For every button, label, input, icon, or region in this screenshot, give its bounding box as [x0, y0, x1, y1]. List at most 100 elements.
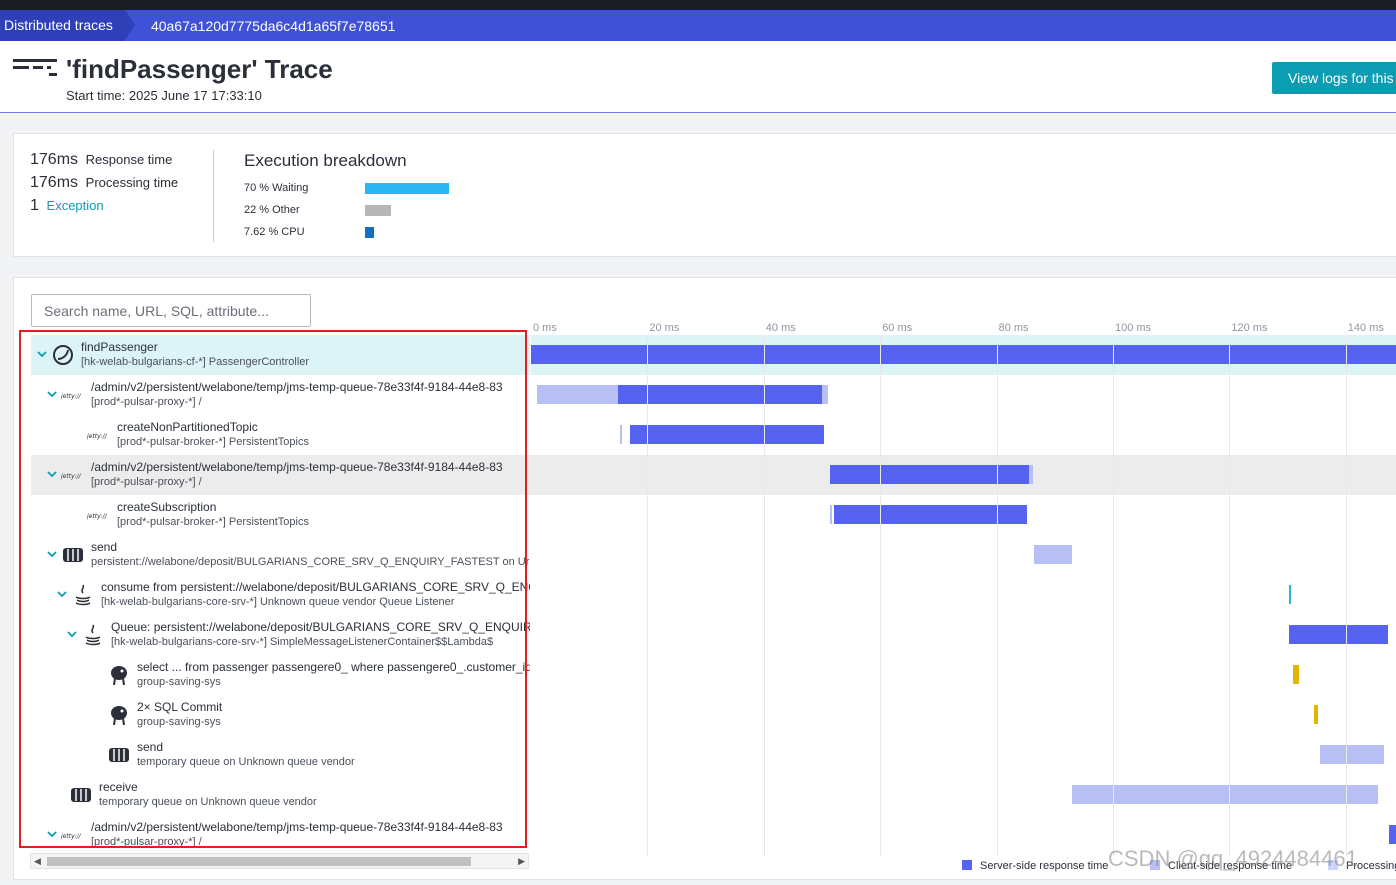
breakdown-other-label: 22 % Other [244, 204, 300, 216]
java-icon [81, 623, 105, 647]
trace-row[interactable]: Queue: persistent://welabone/deposit/BUL… [31, 615, 1396, 655]
breadcrumb-trace-id[interactable]: 40a67a120d7775da6c4d1a65f7e78651 [125, 18, 395, 34]
expand-chevron-icon[interactable] [46, 467, 58, 479]
span-service: [prod*-pulsar-proxy-*] / [91, 476, 202, 488]
trace-row[interactable]: jetty:// createSubscription [prod*-pulsar-… [31, 495, 1396, 535]
horizontal-scrollbar[interactable]: ◀ ▶ [30, 853, 529, 869]
trace-row-tree-cell[interactable]: jetty:// createSubscription [prod*-pulsar-… [31, 495, 530, 535]
span-bar-async[interactable] [1288, 585, 1291, 604]
expand-chevron-icon[interactable] [36, 347, 48, 359]
trace-row-tree-cell[interactable]: findPassenger [hk-welab-bulgarians-cf-*] … [31, 335, 530, 375]
span-name: Queue: persistent://welabone/deposit/BUL… [111, 620, 530, 634]
span-bar-client[interactable] [829, 505, 832, 524]
axis-gridline [1345, 336, 1347, 856]
trace-waterfall-icon [13, 59, 57, 76]
expand-chevron-icon[interactable] [46, 827, 58, 839]
scroll-right-arrow-icon[interactable]: ▶ [518, 856, 525, 867]
trace-row-timeline-cell[interactable] [531, 455, 1396, 495]
span-service: [hk-welab-bulgarians-cf-*] PassengerCont… [81, 356, 310, 368]
trace-row[interactable]: consume from persistent://welabone/depos… [31, 575, 1396, 615]
trace-row[interactable]: select ... from passenger passengere0_ w… [31, 655, 1396, 695]
span-bar-server[interactable] [833, 505, 1028, 524]
expand-chevron-icon[interactable] [56, 587, 68, 599]
exception-link[interactable]: Exception [47, 198, 104, 213]
trace-row-timeline-cell[interactable] [531, 775, 1396, 815]
expand-chevron-icon[interactable] [46, 387, 58, 399]
trace-row[interactable]: jetty:// /admin/v2/persistent/welabone/te… [31, 455, 1396, 495]
trace-row-timeline-cell[interactable] [531, 695, 1396, 735]
trace-row-timeline-cell[interactable] [531, 375, 1396, 415]
jetty-icon: jetty:// [60, 383, 85, 407]
trace-row-tree-cell[interactable]: consume from persistent://welabone/depos… [31, 575, 530, 615]
trace-row-tree-cell[interactable]: send temporary queue on Unknown queue ven… [31, 735, 530, 775]
jetty-icon: jetty:// [60, 463, 85, 487]
span-bar-client[interactable] [1072, 785, 1378, 804]
breadcrumb: Distributed traces 40a67a120d7775da6c4d1… [0, 10, 1396, 41]
expand-chevron-icon[interactable] [46, 547, 58, 559]
span-bar-server[interactable] [1289, 625, 1389, 644]
trace-row[interactable]: 2× SQL Commit group-saving-sys [31, 695, 1396, 735]
queue-icon [107, 743, 131, 767]
breakdown-other-bar [365, 205, 392, 216]
legend-server-side-label: Server-side response time [980, 860, 1109, 872]
trace-row-timeline-cell[interactable] [531, 655, 1396, 695]
span-service: temporary queue on Unknown queue vendor [137, 756, 355, 768]
trace-row-tree-cell[interactable]: 2× SQL Commit group-saving-sys [31, 695, 530, 735]
response-time-label: Response time [85, 152, 173, 167]
span-bar-client[interactable] [1028, 465, 1034, 484]
trace-row-tree-cell[interactable]: send persistent://welabone/deposit/BULGAR… [31, 535, 530, 575]
svg-text:jetty://: jetty:// [61, 833, 82, 840]
exception-metric[interactable]: 1 Exception [30, 197, 104, 215]
span-bar-client[interactable] [1034, 545, 1073, 564]
span-bar-server[interactable] [629, 425, 824, 444]
span-bar-client[interactable] [1319, 745, 1384, 764]
trace-row-tree-cell[interactable]: jetty:// /admin/v2/persistent/welabone/te… [31, 815, 530, 855]
trace-row-tree-cell[interactable]: jetty:// /admin/v2/persistent/welabone/te… [31, 375, 530, 415]
span-bar-server[interactable] [1389, 825, 1396, 844]
legend-server-side: Server-side response time [962, 860, 1108, 876]
expand-chevron-icon[interactable] [66, 627, 78, 639]
trace-row-timeline-cell[interactable] [531, 615, 1396, 655]
trace-row-timeline-cell[interactable] [531, 335, 1396, 375]
trace-row-timeline-cell[interactable] [531, 535, 1396, 575]
trace-row[interactable]: jetty:// createNonPartitionedTopic [prod*-… [31, 415, 1396, 455]
trace-row-tree-cell[interactable]: Queue: persistent://welabone/deposit/BUL… [31, 615, 530, 655]
view-logs-button[interactable]: View logs for this [1272, 62, 1396, 94]
span-bar-client[interactable] [620, 425, 623, 444]
scroll-left-arrow-icon[interactable]: ◀ [34, 856, 41, 867]
span-bar-client[interactable] [822, 385, 828, 404]
postgresql-icon [107, 703, 131, 727]
span-bar-server[interactable] [829, 465, 1029, 484]
trace-row[interactable]: findPassenger [hk-welab-bulgarians-cf-*] … [31, 335, 1396, 375]
postgresql-icon [107, 663, 131, 687]
trace-row-timeline-cell[interactable] [531, 575, 1396, 615]
axis-gridline [996, 336, 998, 856]
trace-row[interactable]: receive temporary queue on Unknown queue … [31, 775, 1396, 815]
span-bar-server[interactable] [531, 345, 1396, 364]
span-bar-client[interactable] [536, 385, 619, 404]
breakdown-cpu-bar [365, 227, 375, 238]
trace-row-tree-cell[interactable]: receive temporary queue on Unknown queue … [31, 775, 530, 815]
span-name: createSubscription [117, 500, 217, 514]
search-input[interactable] [31, 294, 311, 327]
axis-tick-label: 20 ms [649, 322, 680, 334]
span-service: [hk-welab-bulgarians-core-srv-*] Unknown… [101, 596, 455, 608]
span-name: send [91, 540, 118, 554]
trace-row[interactable]: send persistent://welabone/deposit/BULGAR… [31, 535, 1396, 575]
csdn-watermark: CSDN @qq_4924484461 [1108, 846, 1358, 871]
scrollbar-thumb[interactable] [47, 857, 471, 866]
trace-row-timeline-cell[interactable] [531, 415, 1396, 455]
span-bar-server[interactable] [618, 385, 822, 404]
trace-row-timeline-cell[interactable] [531, 735, 1396, 775]
trace-row-tree-cell[interactable]: jetty:// createNonPartitionedTopic [prod*-… [31, 415, 530, 455]
span-bar-database[interactable] [1314, 705, 1319, 724]
trace-row-timeline-cell[interactable] [531, 495, 1396, 535]
trace-row-tree-cell[interactable]: jetty:// /admin/v2/persistent/welabone/te… [31, 455, 530, 495]
span-name: 2× SQL Commit [137, 700, 223, 714]
trace-row-tree-cell[interactable]: select ... from passenger passengere0_ w… [31, 655, 530, 695]
trace-row[interactable]: send temporary queue on Unknown queue ven… [31, 735, 1396, 775]
response-time-value: 176ms [30, 151, 79, 168]
trace-row[interactable]: jetty:// /admin/v2/persistent/welabone/te… [31, 375, 1396, 415]
breadcrumb-distributed-traces[interactable]: Distributed traces [0, 10, 135, 41]
span-bar-database[interactable] [1292, 665, 1300, 684]
